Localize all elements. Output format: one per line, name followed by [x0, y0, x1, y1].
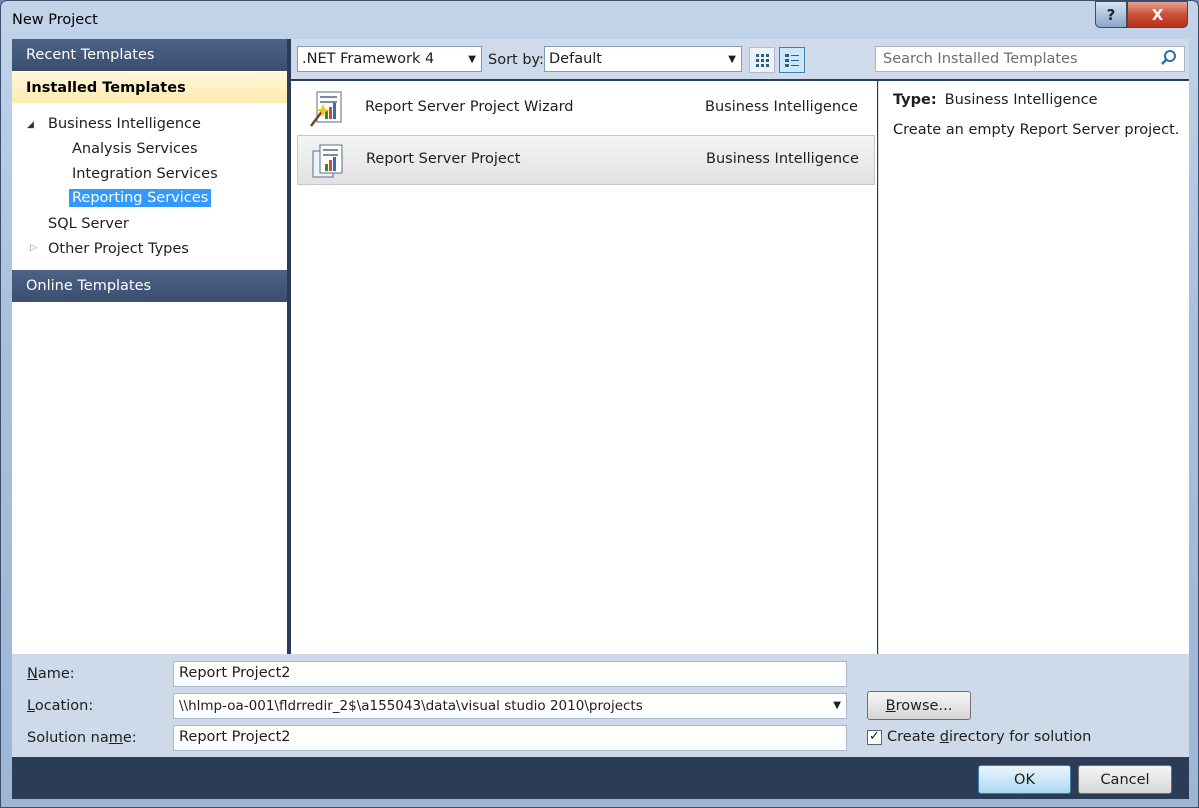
ok-button[interactable]: OK — [978, 765, 1071, 794]
title-bar: New Project ? X — [1, 1, 1198, 39]
template-category: Business Intelligence — [706, 151, 859, 167]
browse-button[interactable]: Browse... — [867, 691, 971, 720]
solution-name-input[interactable]: Report Project2 — [173, 725, 847, 751]
browse-label: Browse... — [885, 697, 953, 714]
tree-item-reporting-services[interactable]: Reporting Services — [69, 189, 212, 207]
create-directory-label[interactable]: Create directory for solution — [887, 729, 1091, 745]
list-view-icon — [785, 54, 799, 67]
small-icons-view-button[interactable] — [749, 47, 775, 73]
search-templates-input[interactable]: Search Installed Templates — [875, 46, 1185, 72]
name-label: Name: — [27, 666, 75, 682]
solution-name-label: Solution name: — [27, 730, 137, 746]
help-icon: ? — [1106, 5, 1116, 24]
template-details-pane: Type: Business Intelligence Create an emp… — [878, 81, 1189, 654]
template-name: Report Server Project — [366, 151, 521, 167]
window-title: New Project — [12, 12, 98, 28]
collapsed-arrow-icon[interactable]: ▷ — [30, 243, 37, 253]
template-item-report-server-project-wizard[interactable]: Report Server Project Wizard Business In… — [297, 84, 875, 134]
framework-value: .NET Framework 4 — [302, 51, 435, 67]
new-project-dialog: New Project ? X Recent Templates Install… — [0, 0, 1199, 808]
dialog-client: Recent Templates Installed Templates ◢ B… — [12, 39, 1189, 799]
sort-by-label: Sort by: — [488, 52, 544, 68]
sort-select[interactable]: Default ▼ — [544, 46, 742, 72]
search-placeholder: Search Installed Templates — [883, 51, 1078, 67]
chevron-down-icon: ▼ — [468, 54, 476, 65]
installed-templates-header[interactable]: Installed Templates — [12, 72, 287, 103]
template-type: Type: Business Intelligence — [893, 92, 1098, 108]
solution-name-value: Report Project2 — [179, 729, 291, 745]
tree-item-integration-services[interactable]: Integration Services — [72, 166, 218, 182]
project-settings-form: Name: Report Project2 Location: \\hlmp-o… — [12, 654, 1189, 757]
type-value: Business Intelligence — [944, 92, 1098, 108]
sort-value: Default — [549, 51, 602, 67]
tree-item-business-intelligence[interactable]: Business Intelligence — [48, 116, 201, 132]
tree-item-other-project-types[interactable]: Other Project Types — [48, 241, 189, 257]
project-name-input[interactable]: Report Project2 — [173, 661, 847, 687]
template-category: Business Intelligence — [705, 99, 858, 115]
help-button[interactable]: ? — [1095, 1, 1127, 28]
project-name-value: Report Project2 — [179, 665, 291, 681]
report-wizard-icon — [310, 91, 342, 127]
search-icon[interactable] — [1160, 49, 1178, 71]
location-value: \\hlmp-oa-001\fldrredir_2$\a155043\data\… — [179, 698, 643, 714]
chevron-down-icon: ▼ — [728, 54, 736, 65]
report-project-icon — [312, 144, 343, 178]
template-name: Report Server Project Wizard — [365, 99, 574, 115]
location-combo[interactable]: \\hlmp-oa-001\fldrredir_2$\a155043\data\… — [173, 693, 847, 719]
template-item-report-server-project[interactable]: Report Server Project Business Intellige… — [297, 135, 875, 185]
cancel-button[interactable]: Cancel — [1078, 765, 1172, 794]
template-description: Create an empty Report Server project. — [893, 122, 1180, 138]
template-categories-pane: Recent Templates Installed Templates ◢ B… — [12, 39, 287, 654]
templates-toolbar: .NET Framework 4 ▼ Sort by: Default ▼ Se… — [291, 39, 1189, 79]
create-directory-checkbox[interactable]: ✓ — [867, 730, 882, 745]
medium-icons-view-button[interactable] — [779, 47, 805, 73]
online-templates-header[interactable]: Online Templates — [12, 270, 287, 302]
expanded-arrow-icon[interactable]: ◢ — [27, 120, 34, 130]
templates-list: Report Server Project Wizard Business In… — [291, 81, 877, 654]
tree-item-analysis-services[interactable]: Analysis Services — [72, 141, 198, 157]
checkmark-icon: ✓ — [869, 729, 880, 744]
tree-item-sql-server[interactable]: SQL Server — [48, 216, 129, 232]
close-button[interactable]: X — [1127, 1, 1188, 28]
close-icon: X — [1151, 5, 1164, 24]
chevron-down-icon[interactable]: ▼ — [833, 700, 841, 711]
grid-view-icon — [756, 54, 769, 67]
type-label: Type: — [893, 92, 937, 108]
location-label: Location: — [27, 698, 94, 714]
recent-templates-header[interactable]: Recent Templates — [12, 39, 287, 71]
framework-select[interactable]: .NET Framework 4 ▼ — [297, 46, 482, 72]
